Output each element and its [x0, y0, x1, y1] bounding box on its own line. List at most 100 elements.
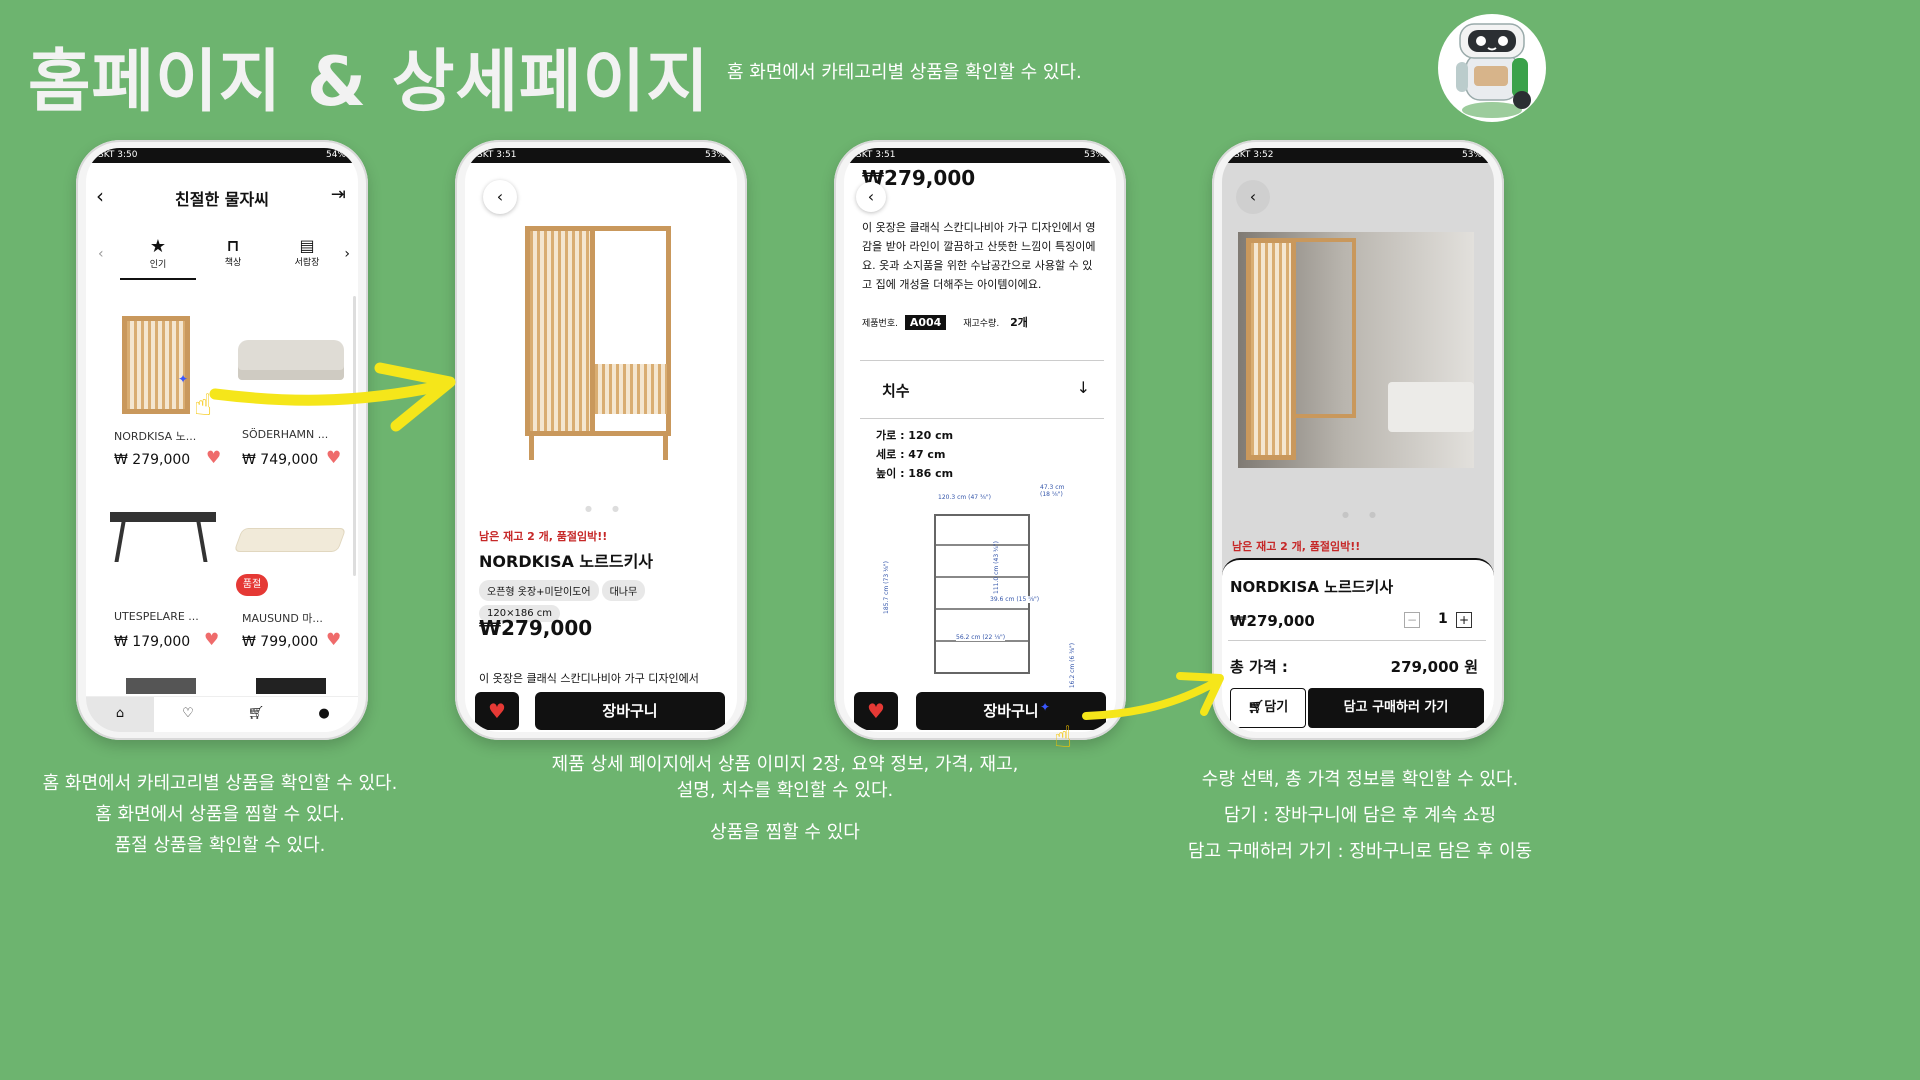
caption-detail: 제품 상세 페이지에서 상품 이미지 2장, 요약 정보, 가격, 재고, 설명…	[540, 752, 1030, 846]
wardrobe-leg	[663, 436, 668, 460]
status-time: SKT 3:51	[856, 150, 896, 160]
product-image	[238, 340, 344, 380]
add-to-cart-button[interactable]: 🛒︎담기	[1230, 688, 1306, 728]
status-time: SKT 3:52	[1234, 150, 1274, 160]
heart-icon[interactable]: ♥	[206, 448, 221, 468]
cart-icon[interactable]: 🛒︎	[222, 697, 290, 732]
product-name: NORDKISA 노르드키사	[479, 552, 654, 571]
product-description: 이 옷장은 클래식 스칸디나비아 가구 디자인에서 영감을 받아 라인이 깔끔하…	[862, 221, 1096, 291]
drawer-icon: ▤	[299, 236, 315, 255]
heart-icon[interactable]: ♥	[326, 448, 341, 468]
heart-icon[interactable]: ♥	[326, 630, 341, 650]
dim-depth: 세로 : 47 cm	[876, 448, 946, 461]
product-image	[110, 512, 216, 522]
back-button[interactable]: ‹	[856, 182, 886, 212]
wishlist-button[interactable]: ♥	[475, 692, 519, 730]
status-bar: SKT 3:52 53%	[1222, 148, 1494, 163]
table-leg	[196, 522, 208, 562]
product-no-label: 제품번호.	[862, 319, 898, 329]
category-tab-desk[interactable]: ⊓ 책상	[198, 236, 268, 280]
user-icon[interactable]: ●	[290, 697, 358, 732]
cart-button[interactable]: 장바구니	[916, 692, 1106, 730]
plus-icon[interactable]: +	[1456, 612, 1472, 628]
product-name: MAUSUND 마...	[242, 612, 323, 625]
heart-icon[interactable]: ♥	[204, 630, 219, 650]
minus-icon[interactable]: −	[1404, 612, 1420, 628]
cart-button[interactable]: 장바구니	[535, 692, 725, 730]
app-title: 친절한 물자씨	[175, 190, 269, 209]
caption-line: 상품을 찜할 수 있다	[710, 822, 860, 843]
image-pagination-dots[interactable]: ●●	[1342, 510, 1396, 519]
product-description: 이 옷장은 클래식 스칸디나비아 가구 디자인에서	[479, 672, 699, 685]
product-card[interactable]: 품절 MAUSUND 마... ₩ 799,000 ♥	[233, 500, 348, 650]
product-preview-partial	[256, 678, 326, 694]
total-value: 279,000 원	[1390, 658, 1478, 676]
arrow-down-icon: ↓	[1076, 378, 1090, 397]
product-price: ₩279,000	[1230, 612, 1315, 630]
caption-cart: 수량 선택, 총 가격 정보를 확인할 수 있다. 담기 : 장바구니에 담은 …	[1170, 762, 1550, 870]
product-card[interactable]: SÖDERHAMN ... ₩ 749,000 ♥	[236, 306, 348, 476]
room-photo	[1238, 232, 1474, 468]
product-meta: 제품번호. A004 재고수량. 2개	[862, 314, 1028, 330]
wardrobe-shelf	[595, 364, 667, 414]
caption-line: 담기 : 장바구니에 담은 후 계속 쇼핑	[1223, 805, 1497, 826]
chevron-left-icon: ‹	[867, 187, 875, 206]
product-price: ₩279,000	[479, 616, 593, 640]
buy-now-button[interactable]: 담고 구매하러 가기	[1308, 688, 1484, 728]
cart-modal-screen: SKT 3:52 53% ‹ ●● 남은 재고 2 개, 품절임박!! NORD…	[1222, 148, 1494, 732]
star-icon: ★	[149, 236, 167, 257]
dim-width: 가로 : 120 cm	[876, 429, 954, 442]
divider	[860, 418, 1104, 419]
heart-icon: ♥	[488, 699, 506, 723]
wishlist-button[interactable]: ♥	[854, 692, 898, 730]
product-price: ₩ 179,000	[114, 634, 191, 650]
scrollbar[interactable]	[353, 296, 356, 576]
quantity-value: 1	[1438, 611, 1448, 627]
home-icon[interactable]: ⌂	[86, 697, 154, 732]
image-pagination-dots[interactable]: ●●	[585, 504, 639, 513]
cart-icon: 🛒︎	[1247, 700, 1265, 715]
logout-icon[interactable]: ⇥	[331, 184, 346, 205]
diagram-label-bottom: 56.2 cm (22 ⅛")	[956, 634, 1006, 641]
status-battery: 53%	[1083, 150, 1104, 160]
category-next-icon[interactable]: ›	[344, 246, 350, 262]
divider	[860, 360, 1104, 361]
product-price: ₩ 749,000	[242, 452, 319, 468]
status-bar: SKT 3:51 53%	[465, 148, 737, 163]
chevron-left-icon: ‹	[496, 187, 504, 206]
tap-hand-icon: ☝	[1054, 720, 1073, 755]
photo-wardrobe	[1246, 238, 1296, 460]
category-tab-drawer[interactable]: ▤ 서랍장	[272, 236, 342, 280]
back-button[interactable]: ‹	[483, 180, 517, 214]
category-prev-icon[interactable]: ‹	[98, 246, 104, 262]
phone-cart-modal: SKT 3:52 53% ‹ ●● 남은 재고 2 개, 품절임박!! NORD…	[1212, 140, 1504, 740]
add-button-label: 담기	[1264, 700, 1289, 715]
dimension-toggle[interactable]: 치수 ↓	[860, 362, 1104, 418]
product-name: SÖDERHAMN ...	[242, 428, 329, 441]
dimension-diagram: 120.3 cm (47 ⅜") 47.3 cm (18 ⅝") 185.7 c…	[883, 484, 1076, 688]
product-price: ₩ 799,000	[242, 634, 319, 650]
photo-wardrobe-frame	[1296, 238, 1356, 418]
caption-line: 설명, 치수를 확인할 수 있다.	[676, 780, 894, 801]
divider	[1228, 640, 1486, 641]
product-name: NORDKISA 노...	[114, 430, 197, 443]
heart-icon: ♥	[867, 699, 885, 723]
product-card[interactable]: UTESPELARE ... ₩ 179,000 ♥	[108, 500, 219, 650]
tap-sparkle-icon: ✦	[178, 372, 189, 386]
bottom-nav: ⌂ ♡ 🛒︎ ●	[86, 696, 358, 732]
caption-line: 품절 상품을 확인할 수 있다.	[114, 835, 326, 856]
chevron-left-icon: ‹	[1249, 187, 1257, 206]
tap-sparkle-icon: ✦	[1040, 700, 1051, 714]
category-tab-popular[interactable]: ★ 인기	[120, 236, 196, 280]
stock-warning: 남은 재고 2 개, 품절임박!!	[479, 530, 608, 543]
caption-line: 수량 선택, 총 가격 정보를 확인할 수 있다.	[1201, 769, 1519, 790]
robot-mascot-logo	[1438, 14, 1546, 122]
category-label: 인기	[149, 260, 167, 270]
heart-icon[interactable]: ♡	[154, 697, 222, 732]
phone-detail-screen: SKT 3:51 53% ‹ ●● 남은 재고 2 개, 품절임박!! NORD…	[455, 140, 747, 740]
diagram-label-shelf: 39.6 cm (15 ⅝")	[990, 596, 1040, 603]
status-time: SKT 3:51	[477, 150, 517, 160]
photo-bed	[1388, 382, 1474, 432]
back-button[interactable]: ‹	[1236, 180, 1270, 214]
phone-home-screen: SKT 3:50 54% ‹ 친절한 물자씨 ⇥ ‹ ★ 인기 ⊓ 책상 ▤ 서…	[76, 140, 368, 740]
